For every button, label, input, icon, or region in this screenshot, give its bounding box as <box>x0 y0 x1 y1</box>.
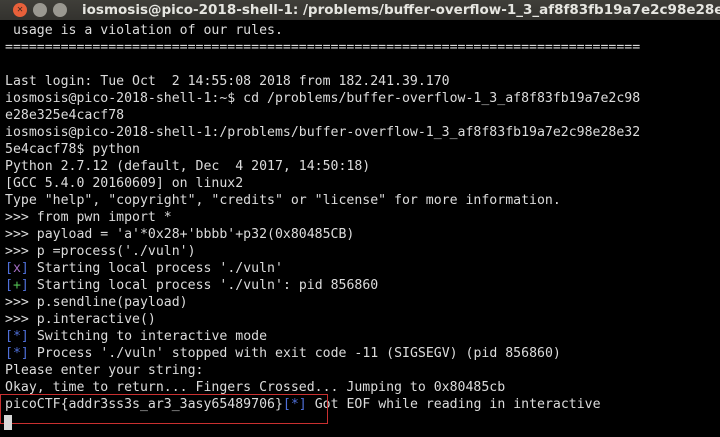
status-mark: + <box>12 278 21 293</box>
info-line: [*] Switching to interactive mode <box>5 329 268 344</box>
info-line: [*] Process './vuln' stopped with exit c… <box>5 346 561 361</box>
terminal-line: iosmosis@pico-2018-shell-1:~$ cd /proble… <box>5 91 641 106</box>
eof-text: Got EOF while reading in interactive <box>314 397 601 412</box>
status-mark: x <box>12 261 21 276</box>
info-mark: * <box>12 329 21 344</box>
flag-highlight-box <box>0 394 328 424</box>
status-line: [x] Starting local process './vuln' <box>5 261 283 276</box>
status-text: Starting local process './vuln' <box>36 261 283 276</box>
status-text: Starting local process './vuln': pid 856… <box>36 278 379 293</box>
terminal-line: >>> p.sendline(payload) <box>5 295 188 310</box>
window-title: iosmosis@pico-2018-shell-1: /problems/bu… <box>82 2 720 18</box>
terminal-line: [GCC 5.4.0 20160609] on linux2 <box>5 176 244 191</box>
info-text: Process './vuln' stopped with exit code … <box>36 346 561 361</box>
separator-line: ========================================… <box>5 40 641 55</box>
terminal-line: Python 2.7.12 (default, Dec 4 2017, 14:5… <box>5 159 371 174</box>
window-titlebar[interactable]: ✕ iosmosis@pico-2018-shell-1: /problems/… <box>0 0 720 20</box>
terminal-line: >>> from pwn import * <box>5 210 172 225</box>
close-icon[interactable]: ✕ <box>13 3 27 17</box>
terminal-line: >>> payload = 'a'*0x28+'bbbb'+p32(0x8048… <box>5 227 355 242</box>
terminal-line: >>> p.interactive() <box>5 312 156 327</box>
maximize-icon[interactable] <box>53 3 67 17</box>
minimize-icon[interactable] <box>33 3 47 17</box>
terminal-line: >>> p =process('./vuln') <box>5 244 196 259</box>
terminal-line: Last login: Tue Oct 2 14:55:08 2018 from… <box>5 74 450 89</box>
terminal-line: usage is a violation of our rules. <box>5 23 283 38</box>
info-mark: * <box>12 346 21 361</box>
terminal-line: e28e325e4cacf78 <box>5 108 125 123</box>
terminal-line: Type "help", "copyright", "credits" or "… <box>5 193 561 208</box>
terminal-output[interactable]: usage is a violation of our rules. =====… <box>0 20 720 437</box>
status-line: [+] Starting local process './vuln': pid… <box>5 278 379 293</box>
terminal-cursor <box>4 415 12 430</box>
program-output: Please enter your string: <box>5 363 204 378</box>
info-text: Switching to interactive mode <box>36 329 268 344</box>
terminal-line: 5e4cacf78$ python <box>5 142 140 157</box>
terminal-line: iosmosis@pico-2018-shell-1:/problems/buf… <box>5 125 641 140</box>
